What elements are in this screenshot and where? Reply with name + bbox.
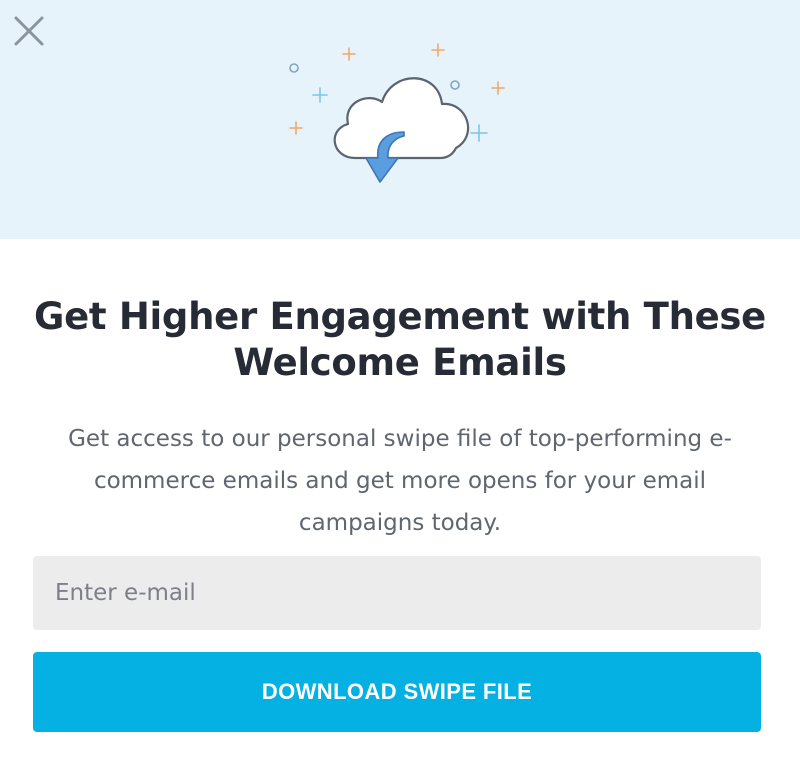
- cloud-download-icon: [289, 43, 505, 183]
- swipe-file-modal: Get Higher Engagement with These Welcome…: [0, 0, 800, 778]
- hero-banner: [0, 0, 800, 239]
- email-field[interactable]: [33, 556, 761, 630]
- close-button[interactable]: [12, 14, 46, 48]
- close-icon: [14, 16, 44, 46]
- download-swipe-file-button[interactable]: DOWNLOAD SWIPE FILE: [33, 652, 761, 732]
- modal-description: Get access to our personal swipe file of…: [68, 426, 732, 536]
- background-page-bleed: [0, 236, 800, 242]
- page-title: Get Higher Engagement with These Welcome…: [34, 295, 766, 384]
